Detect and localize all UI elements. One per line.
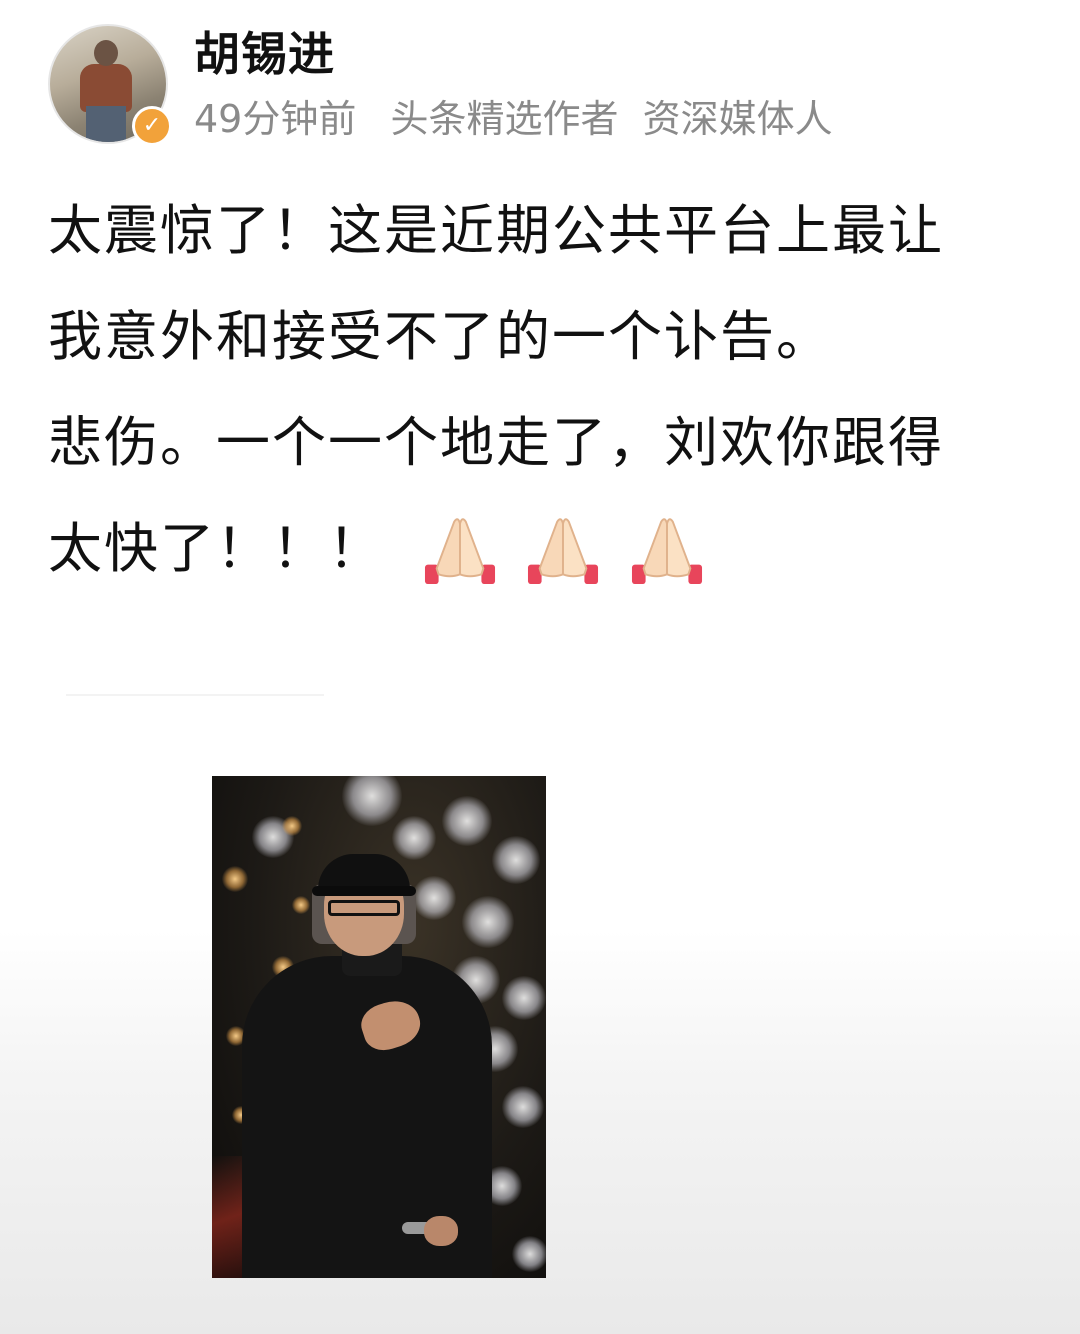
bokeh-light xyxy=(512,1236,546,1272)
author-tag: 资深媒体人 xyxy=(642,97,833,141)
author-meta: 49分钟前 头条精选作者 资深媒体人 xyxy=(194,96,855,142)
post-time: 49分钟前 xyxy=(194,97,357,141)
avatar-figure-legs xyxy=(86,106,126,142)
bokeh-light xyxy=(222,866,248,892)
emoji-row xyxy=(421,493,711,599)
avatar-figure-head xyxy=(94,40,118,66)
post-text-line: 我意外和接受不了的一个讣告。 xyxy=(48,305,832,368)
folded-hands-icon xyxy=(425,518,496,584)
author-tag: 头条精选作者 xyxy=(390,97,619,141)
author-avatar-wrap[interactable]: ✓ xyxy=(48,24,172,146)
folded-hands-icon xyxy=(631,518,702,584)
bokeh-light xyxy=(412,876,456,920)
post-body: 太震惊了！这是近期公共平台上最让 我意外和接受不了的一个讣告。 悲伤。一个一个地… xyxy=(48,178,1038,605)
avatar-figure xyxy=(80,64,132,112)
person-cap-brim xyxy=(312,886,416,896)
author-name[interactable]: 胡锡进 xyxy=(194,26,335,82)
verified-badge-icon: ✓ xyxy=(132,106,172,146)
post-header: ✓ 胡锡进 49分钟前 头条精选作者 资深媒体人 xyxy=(48,24,1038,146)
bokeh-light xyxy=(342,776,402,826)
bokeh-light xyxy=(292,896,310,914)
post-text-line: 太震惊了！这是近期公共平台上最让 xyxy=(48,199,944,262)
folded-hands-icon xyxy=(528,518,599,584)
bokeh-light xyxy=(462,896,514,948)
person-hand xyxy=(424,1216,458,1246)
post-photo[interactable] xyxy=(212,776,546,1278)
post-text-line-last: 太快了！！！ xyxy=(48,496,1038,605)
post-text-line: 悲伤。一个一个地走了，刘欢你跟得 xyxy=(48,411,944,474)
person-glasses xyxy=(328,900,400,916)
watermark-rule xyxy=(66,694,324,696)
bokeh-light xyxy=(502,1086,544,1128)
bokeh-light xyxy=(392,816,436,860)
bokeh-light xyxy=(502,976,546,1020)
bokeh-light xyxy=(282,816,302,836)
bokeh-light xyxy=(492,836,540,884)
post-text-segment: 太快了！！！ xyxy=(48,517,384,580)
bokeh-light xyxy=(442,796,492,846)
